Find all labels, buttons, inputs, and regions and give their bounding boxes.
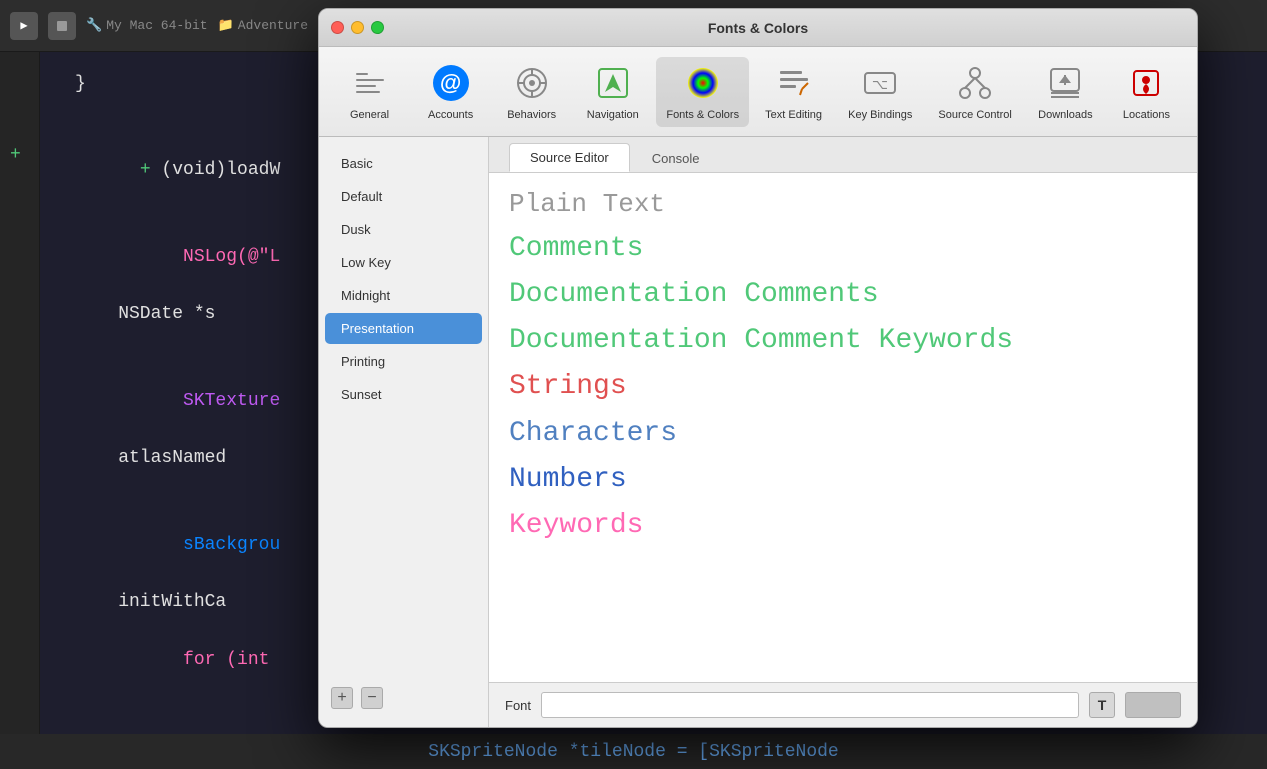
- bg-stop-button[interactable]: [48, 12, 76, 40]
- toolbar-item-navigation[interactable]: Navigation: [575, 57, 650, 127]
- navigation-label: Navigation: [587, 109, 639, 121]
- key-bindings-icon: ⌥: [860, 63, 900, 103]
- minimize-button[interactable]: [351, 21, 364, 34]
- downloads-icon: [1045, 63, 1085, 103]
- prefs-bottom-bar: Background Selection Cursor Invisibles: [319, 727, 1197, 728]
- behaviors-icon: [512, 63, 552, 103]
- maximize-button[interactable]: [371, 21, 384, 34]
- tab-source-editor[interactable]: Source Editor: [509, 143, 630, 172]
- sidebar-item-midnight[interactable]: Midnight: [325, 280, 482, 311]
- toolbar-item-source-control[interactable]: Source Control: [928, 57, 1021, 127]
- doc-comments-entry[interactable]: Documentation Comments: [509, 272, 1177, 318]
- theme-color-list[interactable]: Plain Text Comments Documentation Commen…: [489, 173, 1197, 682]
- toolbar: General @ Accounts Behavior: [319, 47, 1197, 137]
- toolbar-item-accounts[interactable]: @ Accounts: [413, 57, 488, 127]
- plain-text-entry[interactable]: Plain Text: [509, 183, 1177, 226]
- toolbar-item-downloads[interactable]: Downloads: [1028, 57, 1103, 127]
- doc-comment-keywords-entry[interactable]: Documentation Comment Keywords: [509, 318, 1177, 364]
- toolbar-item-locations[interactable]: Locations: [1109, 57, 1184, 127]
- sidebar-item-default[interactable]: Default: [325, 181, 482, 212]
- bg-bottom-bar: SKSpriteNode *tileNode = [SKSpriteNode: [0, 734, 1267, 769]
- downloads-label: Downloads: [1038, 109, 1092, 121]
- bg-play-button[interactable]: ▶: [10, 12, 38, 40]
- sidebar-item-basic[interactable]: Basic: [325, 148, 482, 179]
- window-titlebar: Fonts & Colors: [319, 9, 1197, 47]
- characters-entry[interactable]: Characters: [509, 411, 1177, 457]
- key-bindings-label: Key Bindings: [848, 109, 912, 121]
- main-panel: Source Editor Console Plain Text Comment…: [489, 137, 1197, 727]
- sidebar-item-sunset[interactable]: Sunset: [325, 379, 482, 410]
- add-theme-button[interactable]: +: [331, 687, 353, 709]
- remove-theme-button[interactable]: −: [361, 687, 383, 709]
- toolbar-item-fonts-colors[interactable]: Fonts & Colors: [656, 57, 749, 127]
- bg-breadcrumb: 🔧 My Mac 64-bit: [86, 18, 208, 33]
- comments-entry[interactable]: Comments: [509, 226, 1177, 272]
- general-label: General: [350, 109, 389, 121]
- sidebar-item-presentation[interactable]: Presentation: [325, 313, 482, 344]
- locations-label: Locations: [1123, 109, 1170, 121]
- general-icon: [350, 63, 390, 103]
- themes-sidebar: Basic Default Dusk Low Key Midnight Pres…: [319, 137, 489, 727]
- content-area: Basic Default Dusk Low Key Midnight Pres…: [319, 137, 1197, 727]
- text-editing-label: Text Editing: [765, 109, 822, 121]
- numbers-entry[interactable]: Numbers: [509, 457, 1177, 503]
- preferences-window: Fonts & Colors General @ Accounts: [318, 8, 1198, 728]
- locations-icon: [1126, 63, 1166, 103]
- fonts-colors-icon: [683, 63, 723, 103]
- accounts-label: Accounts: [428, 109, 473, 121]
- font-color-button[interactable]: [1125, 692, 1181, 718]
- sidebar-actions: + −: [319, 679, 488, 717]
- font-type-button[interactable]: T: [1089, 692, 1115, 718]
- sidebar-item-low-key[interactable]: Low Key: [325, 247, 482, 278]
- font-label: Font: [505, 698, 531, 713]
- font-bar: Font T: [489, 682, 1197, 727]
- bg-bottom-code: SKSpriteNode *tileNode = [SKSpriteNode: [428, 742, 838, 762]
- source-control-label: Source Control: [938, 109, 1011, 121]
- sidebar-item-dusk[interactable]: Dusk: [325, 214, 482, 245]
- traffic-lights: [331, 21, 384, 34]
- toolbar-item-key-bindings[interactable]: ⌥ Key Bindings: [838, 57, 922, 127]
- tab-bar: Source Editor Console: [489, 137, 1197, 173]
- fonts-colors-label: Fonts & Colors: [666, 109, 739, 121]
- target-label: My Mac 64-bit: [106, 18, 207, 33]
- keywords-entry[interactable]: Keywords: [509, 503, 1177, 549]
- project-breadcrumb: Adventure ›: [238, 18, 324, 33]
- behaviors-label: Behaviors: [507, 109, 556, 121]
- toolbar-item-behaviors[interactable]: Behaviors: [494, 57, 569, 127]
- toolbar-item-text-editing[interactable]: Text Editing: [755, 57, 832, 127]
- navigation-icon: [593, 63, 633, 103]
- xcode-icon: 🔧: [86, 18, 102, 33]
- window-title: Fonts & Colors: [708, 20, 808, 36]
- sidebar-item-printing[interactable]: Printing: [325, 346, 482, 377]
- toolbar-item-general[interactable]: General: [332, 57, 407, 127]
- source-control-icon: [955, 63, 995, 103]
- accounts-icon: @: [431, 63, 471, 103]
- font-input[interactable]: [541, 692, 1079, 718]
- tab-console[interactable]: Console: [632, 145, 720, 172]
- text-editing-icon: [774, 63, 814, 103]
- close-button[interactable]: [331, 21, 344, 34]
- svg-text:⌥: ⌥: [872, 76, 888, 92]
- strings-entry[interactable]: Strings: [509, 364, 1177, 410]
- bg-plus-indicator: +: [10, 145, 21, 165]
